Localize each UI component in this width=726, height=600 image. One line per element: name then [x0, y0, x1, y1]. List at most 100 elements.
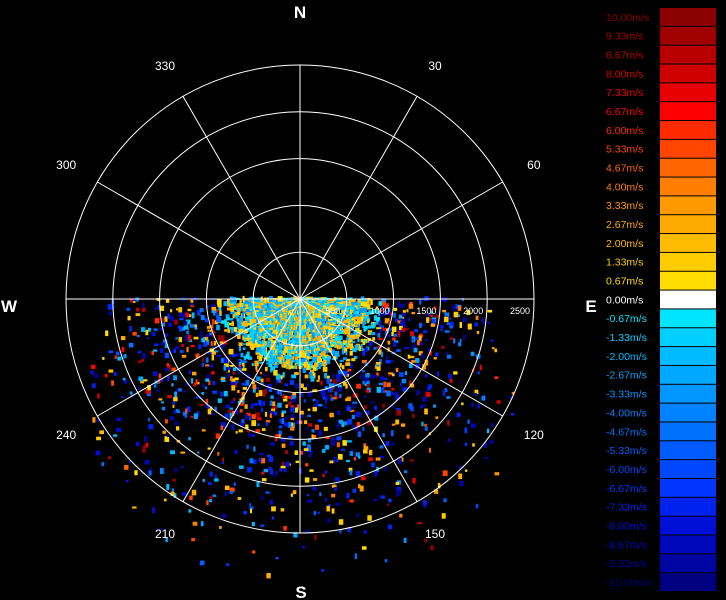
- bearing-spoke-330: [182, 96, 301, 300]
- velocity-bin-835: [381, 403, 386, 408]
- velocity-bin-782: [381, 387, 385, 394]
- velocity-bin-720: [386, 382, 391, 388]
- colorbar-swatch-6: [660, 121, 716, 139]
- velocity-bin-383: [392, 337, 396, 341]
- colorbar-label-21: -4.00m/s: [606, 407, 647, 419]
- velocity-bin-905: [348, 371, 352, 376]
- velocity-bin-1059: [363, 446, 369, 450]
- velocity-bin-2746: [194, 326, 198, 330]
- velocity-bin-184: [408, 317, 411, 322]
- velocity-bin-798: [345, 351, 348, 356]
- velocity-bin-1406: [317, 511, 320, 514]
- velocity-bin-2202: [193, 413, 198, 419]
- velocity-bin-578: [404, 371, 408, 376]
- velocity-bin-1254: [330, 439, 336, 446]
- velocity-bin-760: [370, 373, 373, 379]
- velocity-bin-1902: [208, 496, 214, 499]
- velocity-bin-1944: [266, 362, 272, 365]
- velocity-bin-942: [385, 440, 390, 447]
- colorbar-swatch-26: [660, 497, 716, 516]
- velocity-bin-819: [400, 423, 406, 427]
- velocity-bin-2552: [153, 371, 158, 376]
- velocity-bin-2291: [204, 386, 208, 390]
- velocity-bin-160: [393, 312, 396, 318]
- velocity-bin-381: [366, 326, 372, 329]
- velocity-bin-2970: [190, 303, 194, 306]
- velocity-bin-2441: [216, 354, 221, 357]
- velocity-bin-2195: [245, 353, 250, 359]
- velocity-bin-576: [357, 338, 360, 343]
- velocity-bin-2574: [138, 376, 144, 382]
- velocity-bin-1746: [243, 511, 247, 515]
- velocity-bin-481: [411, 360, 416, 363]
- velocity-bin-1760: [261, 428, 266, 431]
- velocity-bin-1608: [271, 506, 276, 512]
- velocity-bin-2691: [178, 336, 183, 343]
- velocity-bin-1256: [346, 492, 350, 499]
- velocity-bin-2070: [197, 451, 200, 454]
- velocity-bin-461: [415, 358, 420, 363]
- velocity-bin-1741: [269, 413, 272, 418]
- velocity-bin-2953: [154, 307, 158, 310]
- velocity-bin-689: [390, 379, 393, 384]
- velocity-bin-1120: [372, 498, 378, 502]
- velocity-bin-1906: [191, 538, 196, 542]
- velocity-bin-2480: [173, 375, 178, 381]
- velocity-bin-1778: [247, 467, 252, 473]
- velocity-bin-1547: [283, 525, 287, 531]
- colorbar-swatch-5: [660, 102, 716, 121]
- velocity-bin-1397: [304, 374, 309, 379]
- velocity-bin-1103: [387, 524, 393, 530]
- velocity-bin-1459: [300, 383, 304, 388]
- velocity-bin-2694: [90, 370, 94, 375]
- velocity-bin-2089: [172, 478, 177, 482]
- velocity-bin-1426: [309, 469, 314, 472]
- velocity-bin-2714: [114, 355, 117, 359]
- velocity-bin-365: [446, 354, 452, 359]
- velocity-bin-2594: [203, 342, 208, 347]
- velocity-bin-2724: [220, 320, 225, 324]
- velocity-bin-2626: [229, 327, 234, 330]
- velocity-bin-945: [422, 500, 428, 505]
- velocity-bin-2426: [158, 398, 163, 401]
- velocity-bin-2750: [108, 350, 114, 354]
- velocity-bin-2768: [189, 324, 195, 328]
- velocity-bin-1585: [283, 422, 289, 427]
- velocity-bin-2715: [91, 364, 96, 369]
- velocity-bin-1017: [375, 457, 381, 461]
- velocity-bin-1719: [260, 458, 266, 464]
- velocity-bin-1515: [295, 383, 299, 389]
- velocity-bin-2912: [211, 306, 217, 311]
- velocity-bin-2786: [177, 325, 183, 329]
- velocity-bin-113: [411, 311, 416, 315]
- colorbar-label-13: 1.33m/s: [606, 257, 643, 269]
- bearing-spoke-60: [299, 181, 503, 300]
- velocity-bin-2497: [167, 375, 170, 382]
- velocity-bin-1331: [312, 398, 316, 402]
- velocity-bin-856: [391, 423, 396, 426]
- velocity-bin-2305: [242, 347, 246, 350]
- velocity-bin-1926: [235, 431, 238, 434]
- velocity-bin-669: [399, 382, 402, 387]
- velocity-bin-1700: [251, 521, 255, 527]
- velocity-bin-2571: [210, 341, 213, 346]
- velocity-bin-97: [453, 311, 459, 318]
- velocity-bin-1867: [224, 485, 230, 491]
- velocity-bin-1277: [354, 553, 357, 560]
- velocity-bin-1401: [308, 423, 313, 427]
- velocity-bin-906: [356, 383, 361, 389]
- velocity-bin-1848: [199, 560, 205, 566]
- velocity-bin-112: [402, 309, 406, 313]
- velocity-bin-1298: [338, 519, 344, 525]
- velocity-bin-1590: [266, 572, 271, 579]
- velocity-bin-2428: [113, 434, 118, 437]
- velocity-bin-1173: [359, 485, 364, 492]
- velocity-bin-2377: [183, 390, 187, 393]
- velocity-bin-807: [475, 503, 479, 509]
- velocity-bin-1720: [256, 481, 260, 488]
- velocity-bin-1209: [352, 488, 357, 493]
- velocity-bin-1015: [355, 411, 361, 418]
- velocity-bin-2443: [96, 436, 102, 441]
- velocity-bin-666: [362, 350, 366, 356]
- velocity-bin-2707: [175, 337, 179, 340]
